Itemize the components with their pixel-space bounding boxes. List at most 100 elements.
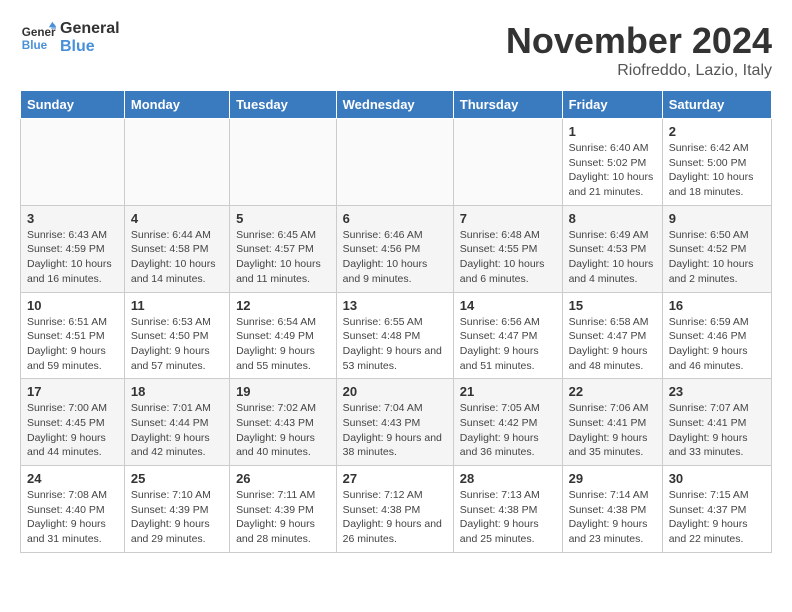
day-cell: 24 Sunrise: 7:08 AM Sunset: 4:40 PM Dayli… [21,466,125,553]
week-row-2: 3 Sunrise: 6:43 AM Sunset: 4:59 PM Daylig… [21,205,772,292]
day-number: 4 [131,211,223,226]
day-cell: 30 Sunrise: 7:15 AM Sunset: 4:37 PM Dayli… [662,466,771,553]
day-info: Sunrise: 6:53 AM Sunset: 4:50 PM Dayligh… [131,315,223,374]
day-info: Sunrise: 6:50 AM Sunset: 4:52 PM Dayligh… [669,228,765,287]
day-info: Sunrise: 6:58 AM Sunset: 4:47 PM Dayligh… [569,315,656,374]
day-number: 13 [343,298,447,313]
day-info: Sunrise: 7:11 AM Sunset: 4:39 PM Dayligh… [236,488,330,547]
day-cell: 29 Sunrise: 7:14 AM Sunset: 4:38 PM Dayli… [562,466,662,553]
day-number: 18 [131,384,223,399]
day-info: Sunrise: 7:14 AM Sunset: 4:38 PM Dayligh… [569,488,656,547]
day-number: 20 [343,384,447,399]
day-info: Sunrise: 7:12 AM Sunset: 4:38 PM Dayligh… [343,488,447,547]
week-row-5: 24 Sunrise: 7:08 AM Sunset: 4:40 PM Dayli… [21,466,772,553]
day-cell: 11 Sunrise: 6:53 AM Sunset: 4:50 PM Dayli… [124,292,229,379]
day-info: Sunrise: 6:55 AM Sunset: 4:48 PM Dayligh… [343,315,447,374]
day-number: 24 [27,471,118,486]
day-cell: 27 Sunrise: 7:12 AM Sunset: 4:38 PM Dayli… [336,466,453,553]
day-number: 25 [131,471,223,486]
day-number: 17 [27,384,118,399]
day-number: 27 [343,471,447,486]
day-number: 11 [131,298,223,313]
calendar-table: SundayMondayTuesdayWednesdayThursdayFrid… [20,90,772,553]
day-cell: 22 Sunrise: 7:06 AM Sunset: 4:41 PM Dayli… [562,379,662,466]
day-number: 14 [460,298,556,313]
day-info: Sunrise: 7:15 AM Sunset: 4:37 PM Dayligh… [669,488,765,547]
day-cell [453,119,562,206]
page-header: General Blue General Blue November 2024 … [20,20,772,80]
header-sunday: Sunday [21,91,125,119]
day-cell: 6 Sunrise: 6:46 AM Sunset: 4:56 PM Daylig… [336,205,453,292]
header-thursday: Thursday [453,91,562,119]
day-cell: 3 Sunrise: 6:43 AM Sunset: 4:59 PM Daylig… [21,205,125,292]
day-info: Sunrise: 7:10 AM Sunset: 4:39 PM Dayligh… [131,488,223,547]
day-info: Sunrise: 6:51 AM Sunset: 4:51 PM Dayligh… [27,315,118,374]
day-cell: 21 Sunrise: 7:05 AM Sunset: 4:42 PM Dayli… [453,379,562,466]
day-number: 28 [460,471,556,486]
day-info: Sunrise: 6:48 AM Sunset: 4:55 PM Dayligh… [460,228,556,287]
day-cell: 19 Sunrise: 7:02 AM Sunset: 4:43 PM Dayli… [230,379,337,466]
calendar-header-row: SundayMondayTuesdayWednesdayThursdayFrid… [21,91,772,119]
day-info: Sunrise: 6:54 AM Sunset: 4:49 PM Dayligh… [236,315,330,374]
logo: General Blue General Blue [20,20,120,56]
day-number: 22 [569,384,656,399]
day-cell: 14 Sunrise: 6:56 AM Sunset: 4:47 PM Dayli… [453,292,562,379]
week-row-1: 1 Sunrise: 6:40 AM Sunset: 5:02 PM Daylig… [21,119,772,206]
month-title: November 2024 [506,20,772,62]
header-monday: Monday [124,91,229,119]
day-info: Sunrise: 6:46 AM Sunset: 4:56 PM Dayligh… [343,228,447,287]
day-info: Sunrise: 7:13 AM Sunset: 4:38 PM Dayligh… [460,488,556,547]
title-section: November 2024 Riofreddo, Lazio, Italy [506,20,772,80]
day-info: Sunrise: 6:59 AM Sunset: 4:46 PM Dayligh… [669,315,765,374]
day-info: Sunrise: 7:06 AM Sunset: 4:41 PM Dayligh… [569,401,656,460]
day-info: Sunrise: 7:00 AM Sunset: 4:45 PM Dayligh… [27,401,118,460]
day-cell: 23Sunrise: 7:07 AM Sunset: 4:41 PM Dayli… [662,379,771,466]
day-number: 6 [343,211,447,226]
day-number: 2 [669,124,765,139]
day-info: Sunrise: 6:42 AM Sunset: 5:00 PM Dayligh… [669,141,765,200]
day-cell: 17 Sunrise: 7:00 AM Sunset: 4:45 PM Dayli… [21,379,125,466]
day-number: 29 [569,471,656,486]
day-number: 30 [669,471,765,486]
day-cell: 8 Sunrise: 6:49 AM Sunset: 4:53 PM Daylig… [562,205,662,292]
day-number: 15 [569,298,656,313]
day-number: 9 [669,211,765,226]
day-number: 12 [236,298,330,313]
day-info: Sunrise: 6:56 AM Sunset: 4:47 PM Dayligh… [460,315,556,374]
day-number: 5 [236,211,330,226]
day-number: 19 [236,384,330,399]
day-cell: 12 Sunrise: 6:54 AM Sunset: 4:49 PM Dayli… [230,292,337,379]
day-info: Sunrise: 6:43 AM Sunset: 4:59 PM Dayligh… [27,228,118,287]
day-cell: 26Sunrise: 7:11 AM Sunset: 4:39 PM Dayli… [230,466,337,553]
day-cell: 2 Sunrise: 6:42 AM Sunset: 5:00 PM Daylig… [662,119,771,206]
day-cell: 4 Sunrise: 6:44 AM Sunset: 4:58 PM Daylig… [124,205,229,292]
day-cell: 28 Sunrise: 7:13 AM Sunset: 4:38 PM Dayli… [453,466,562,553]
day-info: Sunrise: 6:40 AM Sunset: 5:02 PM Dayligh… [569,141,656,200]
svg-text:General: General [22,26,56,39]
day-info: Sunrise: 6:49 AM Sunset: 4:53 PM Dayligh… [569,228,656,287]
day-number: 3 [27,211,118,226]
day-info: Sunrise: 7:02 AM Sunset: 4:43 PM Dayligh… [236,401,330,460]
day-cell: 5 Sunrise: 6:45 AM Sunset: 4:57 PM Daylig… [230,205,337,292]
day-cell: 9 Sunrise: 6:50 AM Sunset: 4:52 PM Daylig… [662,205,771,292]
header-wednesday: Wednesday [336,91,453,119]
day-info: Sunrise: 7:05 AM Sunset: 4:42 PM Dayligh… [460,401,556,460]
day-number: 8 [569,211,656,226]
day-number: 1 [569,124,656,139]
day-cell [124,119,229,206]
day-info: Sunrise: 6:44 AM Sunset: 4:58 PM Dayligh… [131,228,223,287]
day-cell [230,119,337,206]
day-cell: 15 Sunrise: 6:58 AM Sunset: 4:47 PM Dayli… [562,292,662,379]
day-number: 21 [460,384,556,399]
week-row-3: 10Sunrise: 6:51 AM Sunset: 4:51 PM Dayli… [21,292,772,379]
day-cell: 13 Sunrise: 6:55 AM Sunset: 4:48 PM Dayli… [336,292,453,379]
day-info: Sunrise: 7:01 AM Sunset: 4:44 PM Dayligh… [131,401,223,460]
day-cell: 20 Sunrise: 7:04 AM Sunset: 4:43 PM Dayli… [336,379,453,466]
day-number: 7 [460,211,556,226]
day-info: Sunrise: 7:04 AM Sunset: 4:43 PM Dayligh… [343,401,447,460]
day-cell [336,119,453,206]
day-number: 23 [669,384,765,399]
week-row-4: 17 Sunrise: 7:00 AM Sunset: 4:45 PM Dayli… [21,379,772,466]
day-info: Sunrise: 7:08 AM Sunset: 4:40 PM Dayligh… [27,488,118,547]
day-info: Sunrise: 6:45 AM Sunset: 4:57 PM Dayligh… [236,228,330,287]
